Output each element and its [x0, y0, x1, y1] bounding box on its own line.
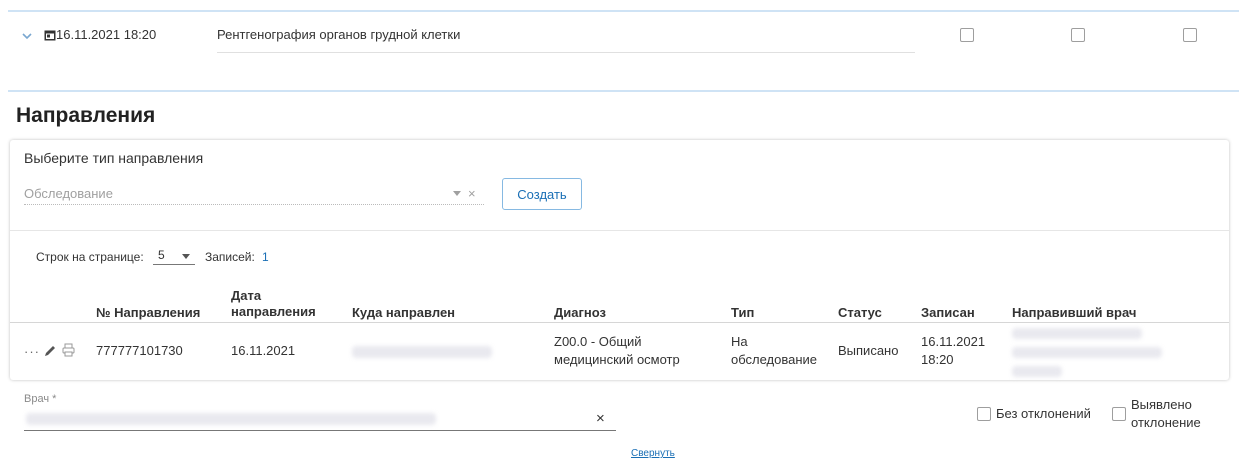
records-count: 1 — [262, 250, 269, 264]
col-header-date: Дата направления — [231, 288, 316, 320]
calendar-icon — [44, 30, 56, 41]
row-type-line2: обследование — [731, 352, 818, 367]
referral-type-label: Выберите тип направления — [24, 150, 204, 166]
more-actions-icon[interactable]: ··· — [24, 344, 40, 359]
row-scheduled: 16.11.2021 18:20 — [921, 333, 985, 369]
create-button[interactable]: Создать — [502, 178, 582, 210]
exam-datetime: 16.11.2021 18:20 — [56, 27, 157, 42]
referral-type-placeholder: Обследование — [24, 186, 113, 201]
exam-card: 16.11.2021 18:20 Рентгенография органов … — [8, 10, 1239, 92]
row-type-line1: На — [731, 334, 748, 349]
row-type: На обследование — [731, 333, 817, 369]
row-scheduled-line1: 16.11.2021 — [921, 334, 986, 349]
section-title: Направления — [16, 104, 156, 127]
row-number: 777777101730 — [96, 343, 183, 358]
row-destination-redacted — [352, 346, 492, 358]
exam-name: Рентгенография органов грудной клетки — [217, 27, 461, 42]
select-arrow-icon[interactable] — [453, 191, 461, 196]
exam-checkbox-1[interactable] — [960, 28, 974, 42]
row-doctor-redacted-2 — [1012, 347, 1162, 358]
row-date: 16.11.2021 — [231, 343, 296, 358]
col-header-date-line2: направления — [231, 304, 316, 319]
exam-checkbox-3[interactable] — [1183, 28, 1197, 42]
col-header-date-line1: Дата — [231, 288, 262, 303]
select-clear-icon[interactable]: × — [468, 186, 476, 201]
collapse-link[interactable]: Свернуть — [631, 448, 675, 459]
col-header-number: № Направления — [96, 305, 201, 320]
table-header-divider — [10, 322, 1229, 323]
rows-per-page-underline — [153, 264, 195, 265]
row-doctor-redacted-1 — [1012, 328, 1142, 339]
deviation-found-label-line2: отклонение — [1131, 415, 1201, 430]
col-header-diagnosis: Диагноз — [554, 305, 606, 320]
row-diagnosis-line1: Z00.0 - Общий — [554, 334, 642, 349]
form-divider — [10, 230, 1229, 231]
rows-per-page-arrow-icon[interactable] — [182, 254, 190, 259]
doctor-clear-icon[interactable]: × — [596, 410, 605, 427]
row-scheduled-line2: 18:20 — [921, 352, 954, 367]
chevron-down-icon[interactable] — [22, 31, 32, 41]
exam-name-underline — [217, 52, 915, 53]
exam-checkbox-2[interactable] — [1071, 28, 1085, 42]
records-label: Записей: — [205, 250, 255, 264]
doctor-field-label: Врач * — [24, 393, 57, 405]
rows-per-page-label: Строк на странице: — [36, 250, 144, 264]
pencil-icon[interactable] — [44, 344, 57, 357]
col-header-doctor: Направивший врач — [1012, 305, 1137, 320]
doctor-field-value-redacted[interactable] — [26, 413, 436, 425]
col-header-status: Статус — [838, 305, 882, 320]
rows-per-page-value[interactable]: 5 — [158, 248, 165, 262]
printer-icon[interactable] — [62, 343, 75, 357]
deviation-found-label-line1: Выявлено — [1131, 397, 1192, 412]
row-status: Выписано — [838, 343, 899, 358]
no-deviation-checkbox[interactable] — [977, 407, 991, 421]
row-diagnosis: Z00.0 - Общий медицинский осмотр — [554, 333, 680, 369]
deviation-found-checkbox[interactable] — [1112, 407, 1126, 421]
col-header-destination: Куда направлен — [352, 305, 456, 320]
col-header-type: Тип — [731, 305, 755, 320]
doctor-field-underline — [24, 430, 616, 431]
no-deviation-label: Без отклонений — [996, 406, 1091, 421]
row-doctor-redacted-3 — [1012, 366, 1062, 377]
col-header-scheduled: Записан — [921, 305, 975, 320]
row-diagnosis-line2: медицинский осмотр — [554, 352, 680, 367]
deviation-found-label: Выявлено отклонение — [1131, 396, 1201, 432]
